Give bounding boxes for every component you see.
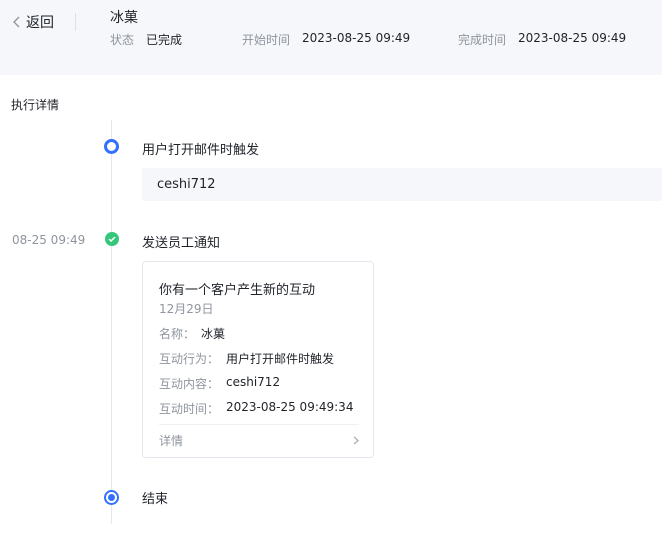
card-title: 你有一个客户产生新的互动 xyxy=(159,283,316,298)
card-date: 12月29日 xyxy=(159,302,214,316)
card-row-key: 互动时间： xyxy=(159,402,220,416)
step-end-marker xyxy=(104,490,119,505)
start-time-value: 2023-08-25 09:49 xyxy=(302,31,411,45)
trigger-content: ceshi712 xyxy=(157,177,216,192)
card-row-action: 互动行为： 用户打开邮件时触发 xyxy=(159,350,334,367)
back-button[interactable]: 返回 xyxy=(12,12,54,32)
card-row-value: 用户打开邮件时触发 xyxy=(226,352,335,366)
card-row-key: 互动内容： xyxy=(159,377,220,391)
card-row-value: ceshi712 xyxy=(226,375,281,389)
card-row-key: 互动行为： xyxy=(159,352,220,366)
header-bar: 返回 冰菓 状态 已完成 开始时间 2023-08-25 09:49 完成时间 … xyxy=(0,0,662,75)
timeline-line xyxy=(111,120,112,524)
step-notify-marker xyxy=(105,232,119,246)
status-meta: 状态 已完成 xyxy=(110,31,182,48)
step-end-label: 结束 xyxy=(142,492,169,507)
card-row-value: 冰菓 xyxy=(201,327,226,341)
step-trigger-marker xyxy=(104,139,119,154)
section-title: 执行详情 xyxy=(11,98,60,112)
card-divider xyxy=(159,424,359,425)
card-row-name: 名称： 冰菓 xyxy=(159,325,225,342)
trigger-content-box: ceshi712 xyxy=(142,168,662,201)
notification-card: 你有一个客户产生新的互动 12月29日 名称： 冰菓 互动行为： 用户打开邮件时… xyxy=(142,261,374,458)
end-time-meta: 完成时间 2023-08-25 09:49 xyxy=(458,31,626,48)
step-trigger-label: 用户打开邮件时触发 xyxy=(142,143,260,158)
start-time-meta: 开始时间 2023-08-25 09:49 xyxy=(242,31,410,48)
step-notify-time: 08-25 09:49 xyxy=(12,233,86,247)
end-time-key: 完成时间 xyxy=(458,33,507,47)
back-label: 返回 xyxy=(26,15,54,31)
step-notify-label: 发送员工通知 xyxy=(142,236,221,251)
card-row-content: 互动内容： ceshi712 xyxy=(159,375,280,392)
chevron-left-icon xyxy=(13,16,20,28)
status-key: 状态 xyxy=(110,33,135,47)
card-row-time: 互动时间： 2023-08-25 09:49:34 xyxy=(159,400,353,417)
card-details-link[interactable]: 详情 xyxy=(159,432,359,449)
start-time-key: 开始时间 xyxy=(242,33,291,47)
end-time-value: 2023-08-25 09:49 xyxy=(518,31,627,45)
page-title: 冰菓 xyxy=(110,10,138,26)
header-divider xyxy=(75,13,76,31)
card-row-value: 2023-08-25 09:49:34 xyxy=(226,400,354,414)
card-details-label: 详情 xyxy=(159,434,184,448)
check-icon xyxy=(105,232,119,246)
chevron-right-icon xyxy=(353,436,359,445)
card-row-key: 名称： xyxy=(159,327,196,341)
status-value: 已完成 xyxy=(146,33,183,47)
